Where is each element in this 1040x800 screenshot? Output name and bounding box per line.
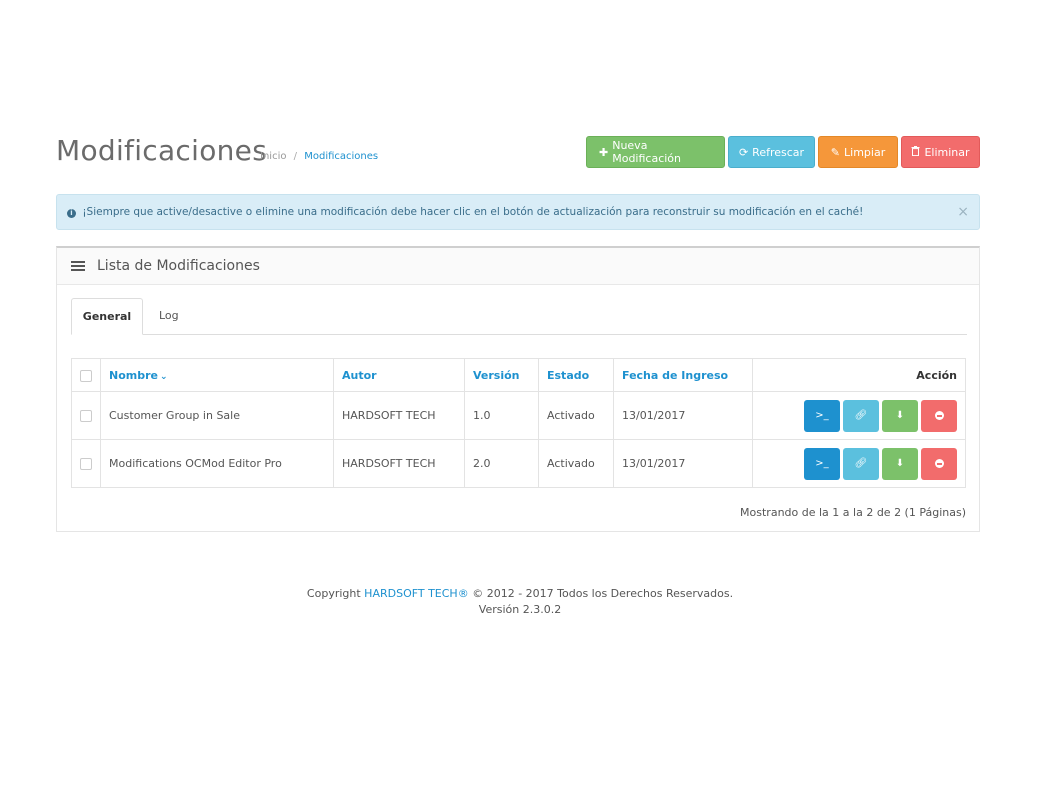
brand-link[interactable]: HARDSOFT TECH® xyxy=(364,587,469,600)
edit-button[interactable]: >_ xyxy=(804,447,840,480)
row-author: HARDSOFT TECH xyxy=(333,391,465,440)
row-status: Activado xyxy=(538,439,614,488)
select-all-checkbox[interactable] xyxy=(80,369,92,382)
trash-icon xyxy=(911,145,920,159)
page: Modificaciones Inicio / Modificaciones ✚… xyxy=(0,0,1040,800)
table-row: Modifications OCMod Editor Pro HARDSOFT … xyxy=(71,439,966,488)
row-date: 13/01/2017 xyxy=(613,439,753,488)
copyright-line: Copyright HARDSOFT TECH® © 2012 - 2017 T… xyxy=(0,586,1040,602)
panel-title: Lista de Modificaciones xyxy=(97,258,260,274)
info-icon: i xyxy=(67,209,76,218)
column-status[interactable]: Estado xyxy=(538,358,614,392)
modifications-panel: Lista de Modificaciones General Log Nomb… xyxy=(56,246,980,532)
clear-label: Limpiar xyxy=(844,145,886,159)
tabs: General Log xyxy=(71,298,967,335)
breadcrumb-current[interactable]: Modificaciones xyxy=(304,151,378,162)
column-version[interactable]: Versión xyxy=(464,358,539,392)
minus-circle-icon xyxy=(934,411,944,420)
column-name-label: Nombre xyxy=(109,368,158,382)
refresh-button[interactable]: ⟳ Refrescar xyxy=(728,136,815,168)
remove-button[interactable] xyxy=(921,447,957,480)
chevron-down-icon: ⌄ xyxy=(159,371,168,382)
row-version: 1.0 xyxy=(464,391,539,440)
new-modification-button[interactable]: ✚ Nueva Modificación xyxy=(586,136,725,168)
edit-button[interactable]: >_ xyxy=(804,399,840,432)
table-row: Customer Group in Sale HARDSOFT TECH 1.0… xyxy=(71,391,966,440)
eraser-icon: ✎ xyxy=(830,145,841,159)
breadcrumb-separator: / xyxy=(293,151,298,162)
terminal-icon: >_ xyxy=(815,410,829,421)
row-date: 13/01/2017 xyxy=(613,391,753,440)
column-author[interactable]: Autor xyxy=(333,358,465,392)
page-title: Modificaciones xyxy=(56,134,268,167)
page-header: Modificaciones Inicio / Modificaciones ✚… xyxy=(56,133,980,173)
version-text: Versión 2.3.0.2 xyxy=(478,603,562,616)
row-select-cell xyxy=(71,391,101,440)
row-actions: >_ 🔗︎ ⬇ xyxy=(752,391,966,440)
info-alert: i ¡Siempre que active/desactive o elimin… xyxy=(56,194,980,230)
link-button[interactable]: 🔗︎ xyxy=(843,447,879,480)
toolbar: ✚ Nueva Modificación ⟳ Refrescar ✎ Limpi… xyxy=(586,136,980,168)
terminal-icon: >_ xyxy=(815,458,829,469)
link-icon: 🔗︎ xyxy=(854,458,868,469)
select-all-cell xyxy=(71,358,101,392)
list-icon xyxy=(71,259,85,273)
row-version: 2.0 xyxy=(464,439,539,488)
column-name[interactable]: Nombre ⌄ xyxy=(100,358,334,392)
breadcrumb-home[interactable]: Inicio xyxy=(260,151,286,162)
link-button[interactable]: 🔗︎ xyxy=(843,399,879,432)
copyright-prefix: Copyright xyxy=(306,587,361,600)
column-action: Acción xyxy=(752,358,966,392)
pagination-info: Mostrando de la 1 a la 2 de 2 (1 Páginas… xyxy=(740,506,966,519)
panel-heading: Lista de Modificaciones xyxy=(57,248,979,285)
close-icon[interactable]: × xyxy=(957,195,969,229)
tab-log[interactable]: Log xyxy=(159,298,179,334)
refresh-icon: ⟳ xyxy=(738,145,749,159)
delete-label: Eliminar xyxy=(924,145,970,159)
breadcrumb: Inicio / Modificaciones xyxy=(260,151,378,162)
download-icon: ⬇ xyxy=(895,410,905,421)
delete-button[interactable]: Eliminar xyxy=(901,136,980,168)
tab-general[interactable]: General xyxy=(71,298,143,335)
column-date[interactable]: Fecha de Ingreso xyxy=(613,358,753,392)
footer: Copyright HARDSOFT TECH® © 2012 - 2017 T… xyxy=(0,586,1040,618)
row-name: Customer Group in Sale xyxy=(100,391,334,440)
minus-circle-icon xyxy=(934,459,944,468)
plus-icon: ✚ xyxy=(599,145,609,159)
link-icon: 🔗︎ xyxy=(854,410,868,421)
download-button[interactable]: ⬇ xyxy=(882,447,918,480)
download-icon: ⬇ xyxy=(895,458,905,469)
row-author: HARDSOFT TECH xyxy=(333,439,465,488)
table-header-row: Nombre ⌄ Autor Versión Estado Fecha de In… xyxy=(71,358,966,392)
row-name: Modifications OCMod Editor Pro xyxy=(100,439,334,488)
row-select-cell xyxy=(71,439,101,488)
new-modification-label: Nueva Modificación xyxy=(612,139,682,165)
row-checkbox[interactable] xyxy=(80,410,92,422)
alert-text: ¡Siempre que active/desactive o elimine … xyxy=(82,206,864,218)
row-actions: >_ 🔗︎ ⬇ xyxy=(752,439,966,488)
row-status: Activado xyxy=(538,391,614,440)
download-button[interactable]: ⬇ xyxy=(882,399,918,432)
refresh-label: Refrescar xyxy=(752,145,805,159)
row-checkbox[interactable] xyxy=(80,458,92,470)
clear-button[interactable]: ✎ Limpiar xyxy=(818,136,898,168)
modifications-table: Nombre ⌄ Autor Versión Estado Fecha de In… xyxy=(71,358,966,488)
copyright-suffix: © 2012 - 2017 Todos los Derechos Reserva… xyxy=(472,587,734,600)
remove-button[interactable] xyxy=(921,399,957,432)
